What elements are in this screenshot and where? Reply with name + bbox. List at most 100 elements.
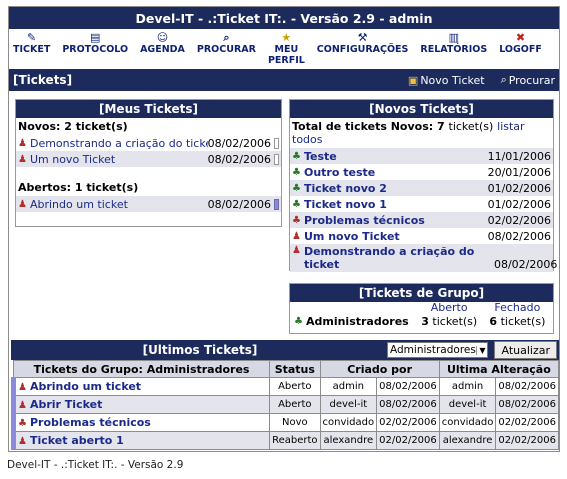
- ticket-status: Reaberto: [269, 431, 321, 450]
- search-label: Procurar: [508, 73, 555, 87]
- created-by: convidado: [319, 413, 378, 432]
- ticket-link[interactable]: Teste: [304, 150, 488, 163]
- menu-label: PROTOCOLO: [62, 44, 129, 55]
- ticket-link[interactable]: Demonstrando a criação do ticket: [304, 245, 494, 271]
- group-select[interactable]: Administradores ▼: [387, 342, 489, 358]
- ticket-date: 20/01/2006: [487, 165, 551, 179]
- menu-configuracoes[interactable]: ⚒ CONFIGURAÇÕES: [317, 31, 409, 55]
- ticket-link[interactable]: Outro teste: [304, 166, 488, 179]
- menu-agenda[interactable]: ☺ AGENDA: [140, 31, 185, 55]
- col-header: Tickets do Grupo: Administradores: [12, 360, 271, 378]
- ticket-checkbox[interactable]: [274, 153, 279, 165]
- search-icon: ⌕: [500, 73, 507, 86]
- table-row[interactable]: ♣ Problemas técnicos Novo convidado 02/02…: [10, 413, 559, 432]
- list-item[interactable]: ♣ Ticket novo 1 01/02/2006: [290, 196, 553, 212]
- menu-label: CONFIGURAÇÕES: [316, 44, 409, 55]
- changed-date: 02/02/2006: [495, 431, 559, 450]
- list-item[interactable]: ♣ Outro teste 20/01/2006: [290, 164, 553, 180]
- user-icon: ♟: [292, 230, 301, 242]
- list-item[interactable]: ♣ Problemas técnicos 02/02/2006: [290, 212, 553, 228]
- chevron-down-icon: ▼: [476, 345, 485, 355]
- app-frame: Devel-IT - .:Ticket IT:. - Versão 2.9 - …: [8, 6, 560, 452]
- created-date: 02/02/2006: [376, 413, 440, 432]
- ultimos-table: Tickets do Grupo: Administradores Status…: [10, 360, 560, 450]
- novos-label: Novos: 2 ticket(s): [18, 120, 128, 133]
- menu-logoff[interactable]: ✖ LOGOFF: [499, 31, 542, 55]
- user-icon: ♟: [18, 153, 27, 165]
- fechado-cell[interactable]: 6 ticket(s): [486, 315, 549, 328]
- ticket-link[interactable]: Ticket novo 2: [304, 182, 488, 195]
- list-item[interactable]: ♟ Demonstrando a criação do ticket 08/02…: [290, 244, 557, 272]
- app-title: Devel-IT - .:Ticket IT:. - Versão 2.9 - …: [9, 7, 559, 29]
- user-icon: ♟: [18, 382, 27, 393]
- meus-tickets-title: [Meus Tickets]: [16, 100, 281, 118]
- tickets-section-bar: [Tickets] ▣ Novo Ticket ⌕ Procurar: [9, 69, 559, 91]
- ticket-name[interactable]: ♟ Abrir Ticket: [10, 395, 271, 414]
- search-icon: ⌕: [223, 31, 230, 44]
- col-fechado: Fechado: [494, 301, 541, 314]
- list-item[interactable]: ♟ Abrindo um ticket 08/02/2006: [16, 196, 281, 212]
- new-ticket-link[interactable]: ▣ Novo Ticket: [408, 74, 485, 87]
- changed-date: 02/02/2006: [495, 413, 559, 432]
- total-label: Total de tickets Novos:: [292, 120, 434, 133]
- changed-date: 08/02/2006: [495, 377, 559, 396]
- col-header: Criado por: [319, 360, 440, 378]
- menu-label: TICKET: [13, 44, 51, 55]
- ticket-name[interactable]: ♟ Abrindo um ticket: [10, 377, 271, 396]
- menu-procurar[interactable]: ⌕ PROCURAR: [197, 31, 256, 55]
- menu-protocolo[interactable]: ▤ PROTOCOLO: [62, 31, 128, 55]
- changed-by: convidado: [438, 413, 497, 432]
- ticket-date: 11/01/2006: [487, 149, 551, 163]
- list-item[interactable]: ♣ Teste 11/01/2006: [290, 148, 553, 164]
- ticket-date: 08/02/2006: [207, 197, 271, 211]
- table-row[interactable]: ♟ Abrir Ticket Aberto devel-it 08/02/2006…: [10, 395, 559, 414]
- list-item[interactable]: ♣ Ticket novo 2 01/02/2006: [290, 180, 553, 196]
- ticket-link[interactable]: Um novo Ticket: [304, 230, 488, 243]
- group-select-value: Administradores: [390, 344, 476, 356]
- list-item[interactable]: ♟ Demonstrando a criação do ticket 08/02…: [16, 135, 281, 151]
- menu-label: PROCURAR: [196, 44, 256, 55]
- created-date: 08/02/2006: [376, 395, 440, 414]
- aberto-cell[interactable]: 3 ticket(s): [413, 315, 486, 328]
- footer-text: Devel-IT - .:Ticket IT:. - Versão 2.9: [7, 459, 184, 471]
- user-group-icon: ♣: [18, 418, 27, 429]
- menu-label: RELATÓRIOS: [420, 44, 488, 55]
- ticket-name[interactable]: ♣ Problemas técnicos: [10, 413, 271, 432]
- new-ticket-icon: ▣: [407, 73, 419, 87]
- ticket-link[interactable]: Demonstrando a criação do ticket: [30, 137, 208, 150]
- group-icon: ♣: [292, 166, 301, 178]
- menu-meu-perfil[interactable]: ★ MEU PERFIL: [268, 31, 305, 66]
- update-button[interactable]: Atualizar: [494, 341, 557, 359]
- ticket-name[interactable]: ♟ Ticket aberto 1: [10, 431, 271, 450]
- user-icon: ♟: [292, 245, 301, 256]
- protocol-icon: ▤: [90, 31, 101, 44]
- list-item[interactable]: ♟ Um novo Ticket 08/02/2006: [16, 151, 281, 167]
- changed-by: devel-it: [438, 395, 497, 414]
- menu-ticket[interactable]: ✎ TICKET: [13, 31, 50, 55]
- table-row[interactable]: ♟ Ticket aberto 1 Reaberto alexandre 02/0…: [10, 431, 559, 450]
- total-suffix: ticket(s): [448, 120, 494, 133]
- ticket-link[interactable]: Um novo Ticket: [30, 153, 208, 166]
- table-row[interactable]: ♟ Abrindo um ticket Aberto admin 08/02/20…: [10, 377, 559, 396]
- star-icon: ★: [281, 31, 292, 44]
- menu-label: AGENDA: [140, 44, 185, 55]
- ticket-link[interactable]: Ticket novo 1: [304, 198, 488, 211]
- menu-relatorios[interactable]: ▥ RELATÓRIOS: [420, 31, 487, 55]
- ticket-link[interactable]: Abrindo um ticket: [30, 198, 208, 211]
- ticket-link[interactable]: Problemas técnicos: [304, 214, 488, 227]
- ticket-checkbox[interactable]: [274, 137, 279, 149]
- ticket-status: Aberto: [269, 395, 321, 414]
- agenda-icon: ☺: [156, 31, 169, 44]
- ticket-checkbox[interactable]: [274, 198, 279, 210]
- meus-tickets-box: [Meus Tickets] Novos: 2 ticket(s) ♟ Demo…: [15, 99, 282, 227]
- ticket-date: 01/02/2006: [487, 181, 551, 195]
- group-name: Administradores: [305, 314, 409, 328]
- novos-total: Total de tickets Novos: 7 ticket(s) list…: [290, 118, 553, 148]
- aberto-count: 3: [421, 314, 429, 328]
- section-title: [Tickets]: [13, 73, 73, 87]
- col-header: Ultima Alteração: [438, 360, 560, 378]
- menu-label: LOGOFF: [499, 44, 542, 55]
- search-link[interactable]: ⌕ Procurar: [501, 73, 555, 87]
- logoff-icon: ✖: [515, 31, 526, 44]
- list-item[interactable]: ♟ Um novo Ticket 08/02/2006: [290, 228, 553, 244]
